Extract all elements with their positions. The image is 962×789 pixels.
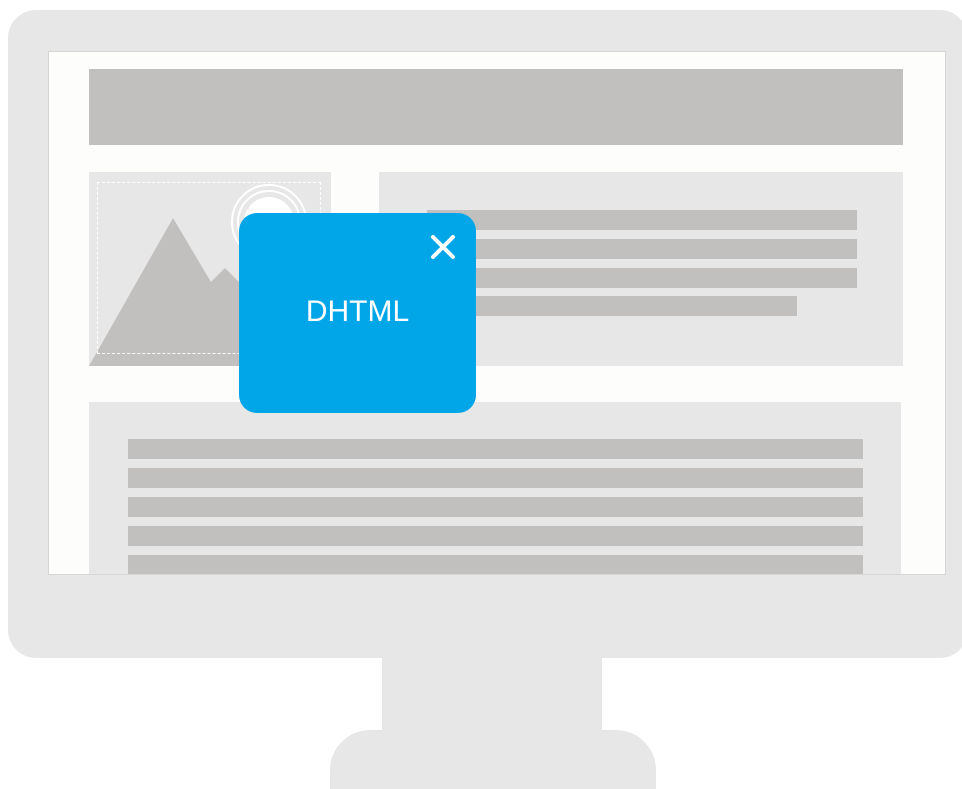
dhtml-popup[interactable]: DHTML <box>239 213 476 413</box>
monitor <box>8 10 962 658</box>
monitor-screen <box>48 51 946 575</box>
text-line <box>128 497 863 517</box>
illustration: DHTML <box>0 0 962 789</box>
close-icon[interactable] <box>425 229 461 265</box>
text-line <box>427 210 857 230</box>
header-placeholder <box>89 69 903 145</box>
text-line <box>427 239 857 259</box>
text-line <box>128 468 863 488</box>
text-line <box>128 555 863 574</box>
popup-title: DHTML <box>305 295 410 328</box>
text-line <box>128 526 863 546</box>
monitor-stand-base <box>330 730 656 789</box>
body-panel <box>89 402 901 574</box>
text-line <box>427 296 797 316</box>
text-line <box>427 268 857 288</box>
text-line <box>128 439 863 459</box>
